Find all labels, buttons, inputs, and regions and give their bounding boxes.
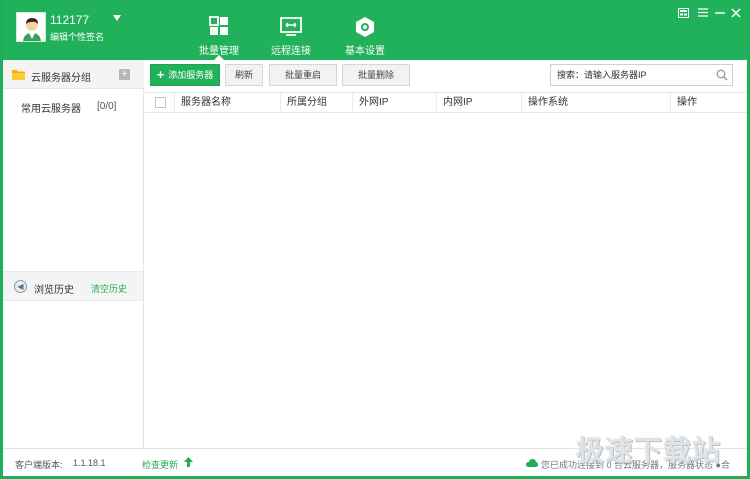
remote-screen-icon — [280, 16, 302, 39]
column-header[interactable]: 内网IP — [437, 93, 522, 113]
header-bar: 112177 编辑个性签名 批量管理 远程连接 基本设置 — [3, 0, 747, 60]
column-header[interactable]: 服务器名称 — [175, 93, 281, 113]
sidebar: 云服务器分组 + 常用云服务器 [0/0] ◀ 浏览历史 清空历史 — [3, 60, 144, 448]
signature-edit-link[interactable]: 编辑个性签名 — [50, 30, 104, 43]
tab-basic-settings[interactable]: 基本设置 — [345, 0, 385, 60]
search-icon[interactable] — [716, 69, 728, 84]
settings-hex-icon — [354, 16, 376, 41]
avatar[interactable] — [16, 12, 46, 42]
add-server-button[interactable]: + 添加服务器 — [150, 64, 220, 86]
folder-icon — [12, 69, 25, 83]
sidebar-header: 云服务器分组 + — [3, 60, 144, 89]
menu-icon[interactable] — [697, 8, 709, 18]
plus-icon: + — [156, 67, 165, 82]
toolbar: + 添加服务器 刷新 批量重启 批量删除 — [145, 60, 747, 89]
username: 112177 — [50, 13, 90, 27]
sidebar-group-item[interactable]: 常用云服务器 [0/0] — [3, 98, 143, 116]
add-server-label: 添加服务器 — [168, 70, 214, 80]
select-all-checkbox[interactable] — [155, 97, 166, 108]
tab-label: 远程连接 — [271, 46, 311, 57]
watermark-text: 极速下载站 — [576, 435, 722, 466]
close-icon[interactable] — [730, 8, 742, 18]
version-value: 1.1.18.1 — [73, 458, 106, 468]
batch-delete-button[interactable]: 批量删除 — [342, 64, 410, 86]
chevron-down-icon[interactable] — [113, 15, 121, 21]
skin-icon[interactable] — [677, 8, 689, 18]
group-count: [0/0] — [97, 101, 117, 112]
tab-label: 批量管理 — [199, 46, 239, 57]
search-box — [550, 64, 733, 86]
tab-remote-connection[interactable]: 远程连接 — [271, 0, 311, 60]
minimize-icon[interactable] — [714, 8, 726, 18]
arrow-up-icon[interactable] — [184, 457, 193, 470]
version-label: 客户端版本: — [15, 460, 63, 470]
group-name: 常用云服务器 — [21, 104, 81, 115]
table-header: 服务器名称 所属分组 外网IP 内网IP 操作系统 操作 — [145, 92, 747, 113]
history-label: 浏览历史 — [34, 285, 74, 296]
select-all-cell — [145, 93, 175, 113]
history-bar: ◀ 浏览历史 清空历史 — [3, 271, 143, 301]
column-header[interactable]: 所属分组 — [281, 93, 353, 113]
column-header[interactable]: 外网IP — [353, 93, 437, 113]
cloud-icon — [526, 458, 538, 470]
clear-history-link[interactable]: 清空历史 — [91, 282, 127, 295]
table-body — [145, 113, 747, 448]
back-arrow-icon[interactable]: ◀ — [14, 280, 27, 293]
add-group-button[interactable]: + — [119, 69, 130, 80]
app-window: 112177 编辑个性签名 批量管理 远程连接 基本设置 云服务器分组 + 常用… — [0, 0, 750, 479]
tab-label: 基本设置 — [345, 46, 385, 57]
search-input[interactable] — [557, 68, 712, 82]
column-header[interactable]: 操作 — [671, 93, 747, 113]
column-header[interactable]: 操作系统 — [522, 93, 671, 113]
tab-batch-management[interactable]: 批量管理 — [199, 0, 239, 60]
refresh-button[interactable]: 刷新 — [225, 64, 263, 86]
check-update-link[interactable]: 检查更新 — [142, 458, 178, 471]
grid-icon — [209, 16, 229, 39]
batch-restart-button[interactable]: 批量重启 — [269, 64, 337, 86]
sidebar-title: 云服务器分组 — [31, 73, 91, 84]
